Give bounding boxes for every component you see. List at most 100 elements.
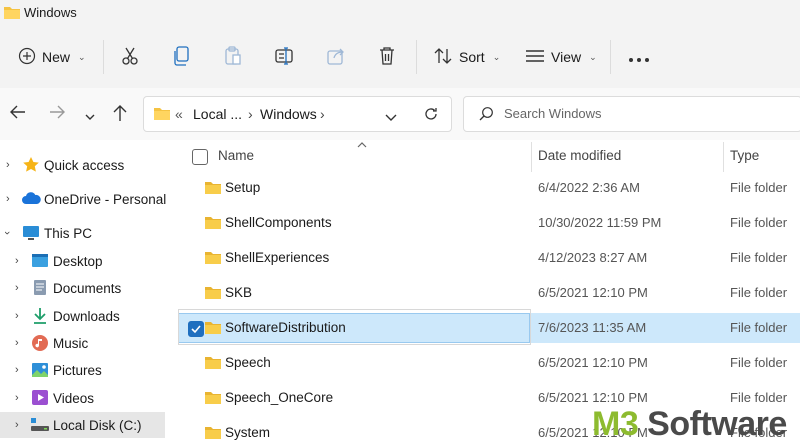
sidebar-item-label: OneDrive - Personal [44, 191, 167, 207]
search-input[interactable] [502, 105, 786, 122]
divider [416, 40, 417, 74]
more-options-button[interactable] [628, 44, 650, 70]
trash-icon [378, 46, 396, 69]
delete-button[interactable] [378, 44, 396, 70]
music-icon [31, 334, 49, 355]
scissors-icon [120, 46, 140, 69]
sidebar-item-documents[interactable]: › Documents [0, 275, 165, 301]
rename-button[interactable] [275, 44, 295, 70]
chevron-right-icon[interactable]: › [15, 310, 19, 322]
sort-button[interactable]: Sort ⌄ [433, 44, 500, 70]
sidebar-item-music[interactable]: › Music [0, 330, 165, 356]
address-row: « Local ... › Windows › [0, 88, 800, 140]
sidebar-item-downloads[interactable]: › Downloads [0, 303, 165, 329]
breadcrumb-windows[interactable]: Windows [260, 106, 317, 122]
file-date: 4/12/2023 8:27 AM [538, 250, 648, 265]
file-date: 10/30/2022 11:59 PM [538, 215, 662, 230]
select-all-checkbox[interactable] [192, 149, 208, 165]
chevron-right-icon[interactable]: › [15, 337, 19, 349]
copy-icon [173, 45, 191, 69]
share-button[interactable] [326, 44, 346, 70]
search-icon [478, 106, 494, 127]
sidebar-item-pictures[interactable]: › Pictures [0, 357, 165, 383]
address-bar[interactable]: « Local ... › Windows › [143, 96, 452, 132]
file-date: 6/5/2021 12:10 PM [538, 355, 648, 370]
sidebar-item-this-pc[interactable]: › This PC [0, 220, 165, 246]
breadcrumb-separator[interactable]: › [320, 106, 325, 122]
video-icon [31, 389, 49, 409]
file-list: Name Date modified Type Setup 6/4/2022 2… [170, 140, 800, 444]
sidebar-item-label: Documents [53, 280, 122, 296]
file-name: Speech [225, 355, 271, 370]
rename-icon [275, 46, 295, 69]
back-button[interactable] [9, 104, 27, 123]
view-label: View [551, 49, 582, 65]
list-item[interactable]: SKB 6/5/2021 12:10 PM File folder [178, 278, 800, 308]
file-type: File folder [730, 215, 788, 230]
cloud-icon [21, 192, 41, 208]
folder-icon [204, 251, 222, 270]
sidebar-item-local-disk[interactable]: › Local Disk (C:) [0, 412, 165, 438]
file-type: File folder [730, 355, 788, 370]
sidebar-item-quick-access[interactable]: › Quick access [0, 152, 165, 178]
chevron-right-icon[interactable]: › [6, 159, 10, 171]
file-name: Speech_OneCore [225, 390, 334, 405]
file-type: File folder [730, 285, 788, 300]
breadcrumb-local-disk[interactable]: Local ... [193, 106, 242, 122]
sort-icon [433, 47, 453, 68]
file-name: ShellComponents [225, 215, 332, 230]
breadcrumb-separator[interactable]: › [248, 106, 253, 122]
clipboard-icon [224, 45, 242, 69]
sidebar-item-label: Quick access [44, 157, 125, 173]
column-header-type[interactable]: Type [730, 148, 759, 163]
command-bar: New ⌄ Sort ⌄ View ⌄ [0, 26, 800, 89]
chevron-right-icon[interactable]: › [15, 419, 19, 431]
list-item[interactable]: ShellComponents 10/30/2022 11:59 PM File… [178, 208, 800, 238]
up-button[interactable] [112, 104, 128, 125]
view-button[interactable]: View ⌄ [525, 44, 597, 70]
window-title: Windows [24, 5, 77, 20]
chevron-right-icon[interactable]: › [6, 193, 10, 205]
chevron-down-icon[interactable]: › [1, 231, 13, 235]
file-date: 6/4/2022 2:36 AM [538, 180, 640, 195]
paste-button[interactable] [224, 44, 242, 70]
chevron-down-icon [85, 114, 95, 120]
chevron-right-icon[interactable]: › [15, 392, 19, 404]
new-button[interactable]: New ⌄ [18, 44, 86, 70]
copy-button[interactable] [173, 44, 191, 70]
sidebar-item-desktop[interactable]: › Desktop [0, 248, 165, 274]
share-icon [326, 46, 346, 69]
chevron-right-icon[interactable]: › [15, 255, 19, 267]
list-item[interactable]: Speech 6/5/2021 12:10 PM File folder [178, 348, 800, 378]
list-item[interactable]: ShellExperiences 4/12/2023 8:27 AM File … [178, 243, 800, 273]
forward-button[interactable] [48, 104, 66, 123]
desktop-icon [31, 253, 49, 271]
chevron-right-icon[interactable]: › [15, 364, 19, 376]
sidebar-item-label: This PC [44, 225, 93, 241]
watermark-software: Software [638, 405, 787, 443]
view-list-icon [525, 48, 545, 67]
breadcrumb-overflow[interactable]: « [175, 106, 183, 122]
divider [610, 40, 611, 74]
list-item[interactable]: Setup 6/4/2022 2:36 AM File folder [178, 173, 800, 203]
search-box[interactable] [463, 96, 800, 132]
chevron-right-icon[interactable]: › [15, 282, 19, 294]
cut-button[interactable] [120, 44, 140, 70]
sidebar-item-onedrive[interactable]: › OneDrive - Personal [0, 186, 167, 212]
address-history-dropdown[interactable] [384, 109, 398, 127]
column-header-date-modified[interactable]: Date modified [538, 148, 621, 163]
chevron-down-icon: ⌄ [589, 51, 597, 62]
sidebar-item-label: Desktop [53, 253, 103, 269]
folder-icon [204, 356, 222, 375]
recent-locations-button[interactable] [84, 106, 96, 124]
column-header-name[interactable]: Name [218, 148, 254, 163]
arrow-left-icon [10, 105, 25, 119]
chevron-down-icon: ⌄ [492, 51, 501, 62]
sidebar-item-videos[interactable]: › Videos [0, 385, 165, 411]
chevron-down-icon: ⌄ [78, 51, 86, 62]
column-divider[interactable] [531, 142, 532, 172]
column-divider[interactable] [723, 142, 724, 172]
file-type: File folder [730, 320, 788, 335]
folder-icon [204, 286, 222, 305]
refresh-button[interactable] [423, 106, 439, 127]
